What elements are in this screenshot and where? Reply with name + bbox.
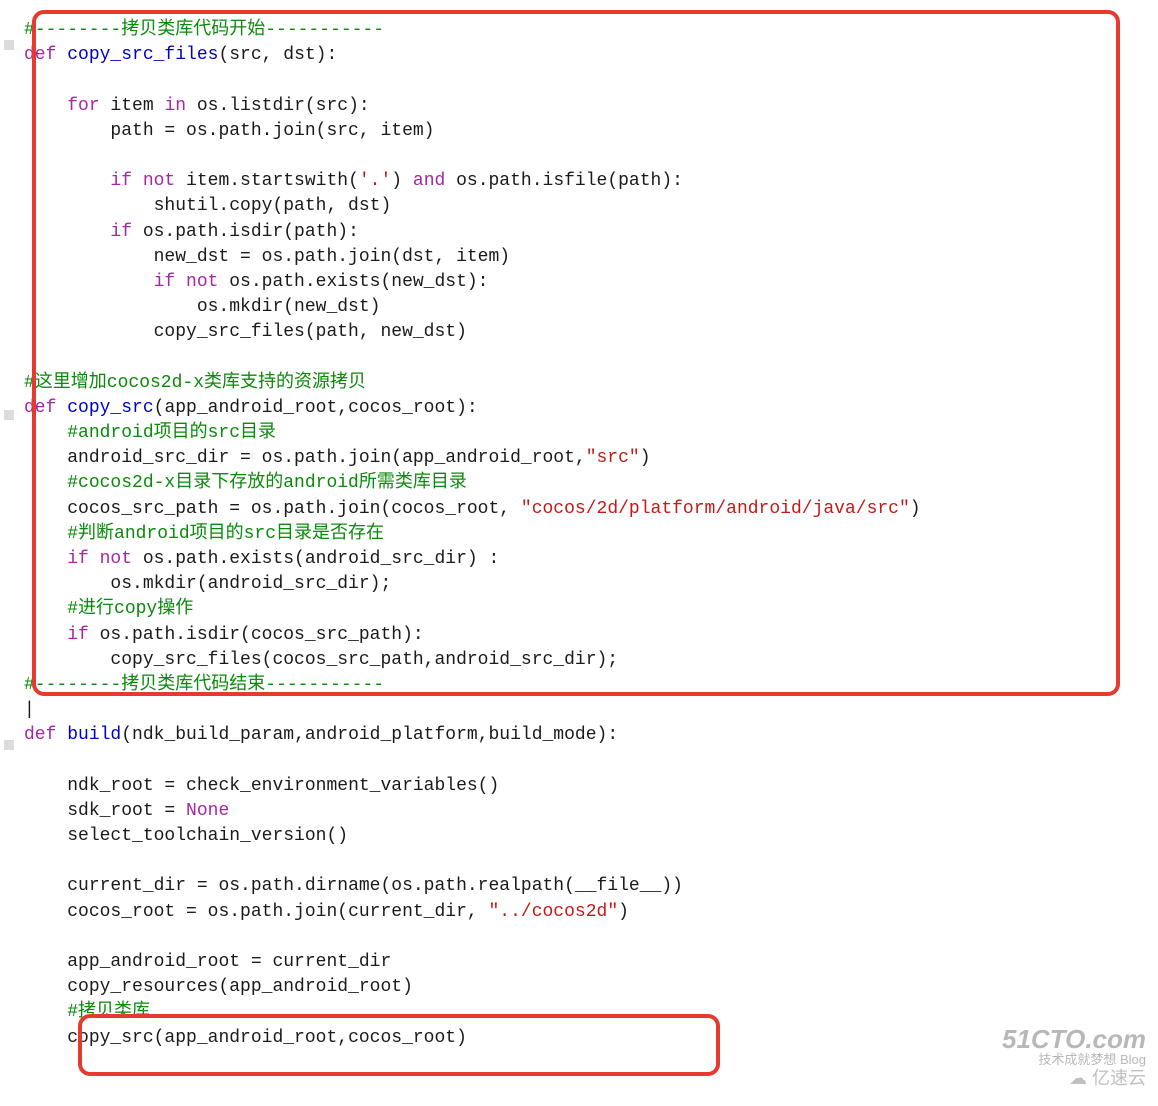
code-line: shutil.copy(path, dst) (24, 196, 391, 216)
code-line: #这里增加cocos2d-x类库支持的资源拷贝 (24, 373, 366, 393)
gutter (0, 0, 18, 1106)
code-line: os.mkdir(new_dst) (24, 297, 380, 317)
watermark: 51CTO.com 技术成就梦想 Blog ☁︎ 亿速云 (1002, 1026, 1146, 1088)
code-line: for item in os.listdir(src): (24, 96, 370, 116)
code-line: android_src_dir = os.path.join(app_andro… (24, 448, 651, 468)
code-line: if not os.path.exists(new_dst): (24, 272, 488, 292)
code-line: if os.path.isdir(path): (24, 222, 359, 242)
code-line: os.mkdir(android_src_dir); (24, 574, 391, 594)
code-line: new_dst = os.path.join(dst, item) (24, 247, 510, 267)
code-line: #判断android项目的src目录是否存在 (24, 524, 384, 544)
code-line: sdk_root = None (24, 801, 229, 821)
cloud-icon: ☁︎ (1069, 1068, 1087, 1088)
code-line: if not item.startswith('.') and os.path.… (24, 171, 683, 191)
watermark-subtitle: 技术成就梦想 Blog (1002, 1053, 1146, 1067)
code-line: ndk_root = check_environment_variables() (24, 776, 499, 796)
code-line: #拷贝类库 (24, 1002, 150, 1022)
fold-marker[interactable] (4, 410, 14, 420)
code-line: #--------拷贝类库代码结束----------- (24, 675, 384, 695)
code-line: #进行copy操作 (24, 599, 193, 619)
code-line: cocos_src_path = os.path.join(cocos_root… (24, 499, 921, 519)
code-line: current_dir = os.path.dirname(os.path.re… (24, 876, 683, 896)
watermark-brand: ☁︎ 亿速云 (1002, 1069, 1146, 1088)
watermark-title: 51CTO.com (1002, 1026, 1146, 1053)
code-line: if os.path.isdir(cocos_src_path): (24, 625, 424, 645)
code-line: #--------拷贝类库代码开始----------- (24, 20, 384, 40)
code-line: def copy_src_files(src, dst): (24, 45, 337, 65)
code-line: copy_src_files(cocos_src_path,android_sr… (24, 650, 618, 670)
code-block: #--------拷贝类库代码开始----------- def copy_sr… (24, 18, 1158, 1051)
code-line: copy_resources(app_android_root) (24, 977, 413, 997)
code-line: app_android_root = current_dir (24, 952, 391, 972)
code-line: cocos_root = os.path.join(current_dir, "… (24, 902, 629, 922)
code-line: copy_src(app_android_root,cocos_root) (24, 1028, 467, 1048)
code-line: select_toolchain_version() (24, 826, 348, 846)
fold-marker[interactable] (4, 40, 14, 50)
code-line: def copy_src(app_android_root,cocos_root… (24, 398, 478, 418)
code-area: #--------拷贝类库代码开始----------- def copy_sr… (24, 0, 1158, 1051)
code-line: | (24, 700, 35, 720)
fold-marker[interactable] (4, 740, 14, 750)
code-line: if not os.path.exists(android_src_dir) : (24, 549, 499, 569)
code-line: #cocos2d-x目录下存放的android所需类库目录 (24, 473, 467, 493)
code-line: def build(ndk_build_param,android_platfo… (24, 725, 618, 745)
code-line: path = os.path.join(src, item) (24, 121, 434, 141)
code-line: copy_src_files(path, new_dst) (24, 322, 467, 342)
code-line: #android项目的src目录 (24, 423, 276, 443)
